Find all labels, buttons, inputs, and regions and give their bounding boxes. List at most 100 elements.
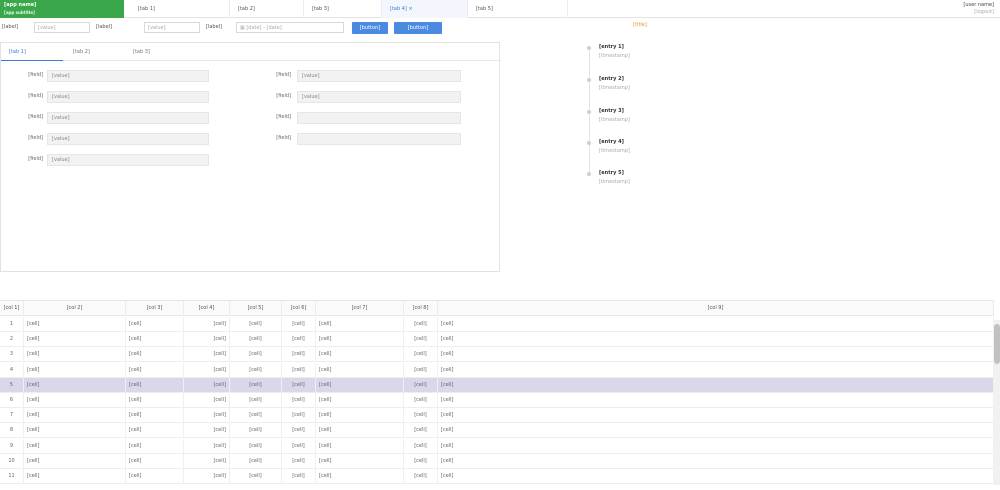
detail-tab-label: [tab 2] (73, 49, 90, 55)
table-row[interactable]: 1 [cell] [cell] [cell] [cell] [cell] [cell] [ce… (0, 317, 994, 332)
timeline-item-time: [timestamp] (599, 53, 630, 59)
nav-tab-1[interactable]: [tab 1] (130, 0, 230, 18)
search-label-2: [label] (96, 24, 112, 30)
app-logo-title: [app name] (4, 2, 37, 8)
nav-tab-label: [tab 2] (238, 6, 255, 12)
search-button-label: [button] (359, 25, 381, 31)
table-row[interactable]: 8 [cell] [cell] [cell] [cell] [cell] [cell] [ce… (0, 423, 994, 439)
table-cell: [cell] (282, 332, 316, 348)
table-cell: [cell] (438, 347, 994, 363)
column-header[interactable]: [col 4] (184, 301, 230, 316)
table-cell: [cell] (126, 347, 184, 363)
column-header[interactable]: [col 2] (24, 301, 126, 316)
nav-tab-3[interactable]: [tab 3] (304, 0, 382, 18)
table-cell: [cell] (126, 469, 184, 484)
date-from: [date] (246, 25, 262, 31)
column-header[interactable]: [col 7] (316, 301, 404, 316)
table-cell: [cell] (126, 362, 184, 378)
table-cell: [cell] (282, 347, 316, 363)
table-cell: 2 (0, 332, 24, 348)
table-scrollbar[interactable] (994, 320, 1000, 485)
column-header[interactable]: [col 9] (438, 301, 994, 316)
table-cell: [cell] (316, 362, 404, 378)
table-row[interactable]: 7 [cell] [cell] [cell] [cell] [cell] [cell] [ce… (0, 408, 994, 424)
search-row: [label] [value] [label] [value] [label] … (0, 21, 450, 35)
table-cell: [cell] (24, 423, 126, 439)
table-cell: [cell] (230, 408, 282, 424)
detail-tab-3[interactable]: [tab 3] (125, 43, 185, 61)
detail-tab-2[interactable]: [tab 2] (65, 43, 125, 61)
table-row[interactable]: 9 [cell] [cell] [cell] [cell] [cell] [cell] [ce… (0, 438, 994, 454)
field-value (297, 133, 461, 145)
detail-tab-1[interactable]: [tab 1] (1, 43, 63, 61)
nav-tab-5[interactable]: [tab 5] (468, 0, 568, 18)
logout-link[interactable]: [logout] (963, 9, 994, 16)
table-cell: [cell] (184, 408, 230, 424)
table-cell: 9 (0, 438, 24, 454)
table-cell: [cell] (184, 438, 230, 454)
reset-button-label: [button] (407, 25, 429, 31)
table-cell: [cell] (184, 347, 230, 363)
table-cell: [cell] (230, 377, 282, 393)
date-to: [date] (266, 25, 282, 31)
table-cell: [cell] (282, 317, 316, 332)
table-cell: [cell] (24, 438, 126, 454)
field-value: [value] (297, 70, 461, 82)
field-label: [field] (276, 114, 291, 120)
table-row[interactable]: 6 [cell] [cell] [cell] [cell] [cell] [cell] [ce… (0, 393, 994, 408)
timeline-dot (587, 110, 591, 114)
table-cell: 8 (0, 423, 24, 439)
table-cell: [cell] (404, 393, 438, 408)
table-cell: [cell] (282, 377, 316, 393)
reset-button[interactable]: [button] (394, 22, 442, 34)
timeline-dot (587, 141, 591, 145)
timeline-item-title: [entry 5] (599, 170, 624, 176)
date-range-input[interactable]: ▦ [date] - [date] (236, 22, 344, 33)
user-name: [user name] (963, 2, 994, 8)
table-cell: [cell] (438, 377, 994, 393)
field-label: [field] (276, 93, 291, 99)
table-cell: [cell] (316, 423, 404, 439)
search-label-1: [label] (2, 24, 18, 30)
field-label: [field] (276, 72, 291, 78)
scrollbar-thumb[interactable] (994, 324, 1000, 364)
timeline-item-time: [timestamp] (599, 148, 630, 154)
table-cell: [cell] (24, 408, 126, 424)
table-cell: [cell] (282, 469, 316, 484)
app-logo[interactable]: [app name] [app subtitle] (0, 0, 124, 18)
close-icon[interactable]: × (408, 6, 412, 12)
field-label: [field] (28, 72, 43, 78)
column-header[interactable]: [col 3] (126, 301, 184, 316)
table-cell: [cell] (282, 393, 316, 408)
table-cell: [cell] (438, 423, 994, 439)
table-cell: [cell] (184, 332, 230, 348)
column-header[interactable]: [col 5] (230, 301, 282, 316)
table-cell: 10 (0, 453, 24, 469)
table-row[interactable]: 5 [cell] [cell] [cell] [cell] [cell] [cell] [ce… (0, 377, 994, 393)
table-cell: [cell] (316, 347, 404, 363)
table-row[interactable]: 4 [cell] [cell] [cell] [cell] [cell] [cell] [ce… (0, 362, 994, 378)
table-row[interactable]: 10 [cell] [cell] [cell] [cell] [cell] [cell] [c… (0, 453, 994, 469)
table-row[interactable]: 2 [cell] [cell] [cell] [cell] [cell] [cell] [ce… (0, 332, 994, 348)
column-header[interactable]: [col 8] (404, 301, 438, 316)
table-cell: [cell] (184, 453, 230, 469)
table-cell: [cell] (438, 408, 994, 424)
search-button[interactable]: [button] (352, 22, 388, 34)
table-cell: [cell] (230, 393, 282, 408)
detail-card: [tab 1] [tab 2] [tab 3] [field] [value] … (0, 42, 501, 272)
column-header[interactable]: [col 1] (0, 301, 24, 316)
table-row[interactable]: 3 [cell] [cell] [cell] [cell] [cell] [cell] [ce… (0, 347, 994, 363)
top-nav-bar: [app name] [app subtitle] [tab 1] [tab 2… (0, 0, 1000, 18)
nav-tab-2[interactable]: [tab 2] (230, 0, 304, 18)
table-cell: [cell] (126, 423, 184, 439)
table-cell: [cell] (438, 453, 994, 469)
nav-tab-4[interactable]: [tab 4] × (382, 0, 468, 18)
search-input-1[interactable]: [value] (34, 22, 90, 33)
search-input-2[interactable]: [value] (144, 22, 200, 33)
table-cell: [cell] (126, 438, 184, 454)
timeline-item: [entry 1] [timestamp] (587, 44, 850, 78)
table-row[interactable]: 11 [cell] [cell] [cell] [cell] [cell] [cell] [c… (0, 469, 994, 484)
column-header[interactable]: [col 6] (282, 301, 316, 316)
field-label: [field] (276, 135, 291, 141)
table-cell: [cell] (24, 469, 126, 484)
